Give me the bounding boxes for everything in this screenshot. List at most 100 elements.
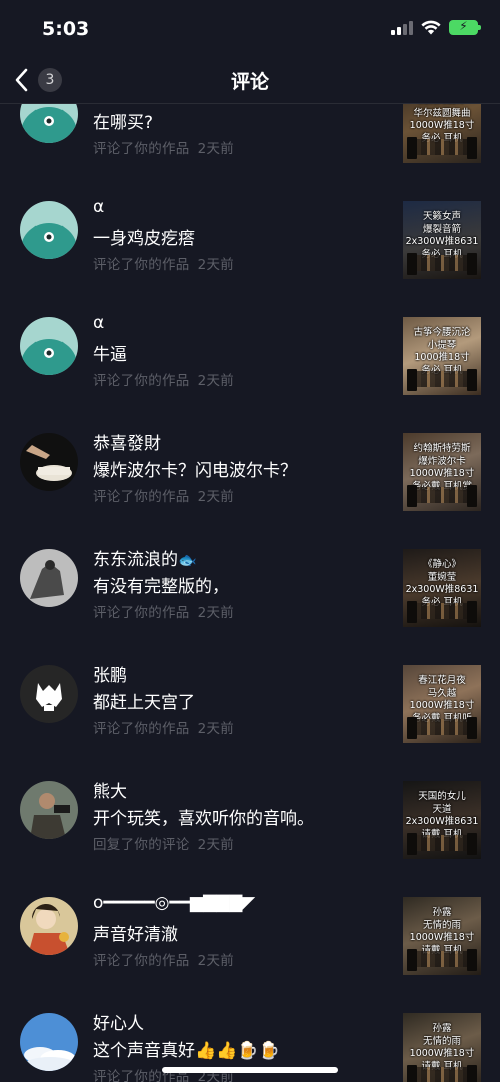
fish-emoji: 🐟 [178, 551, 197, 569]
action-text: 评论了你的作品 [93, 605, 190, 621]
action-text: 评论了你的作品 [93, 489, 190, 505]
thumb-line: 2x300W推8631 [405, 236, 479, 247]
thumb-line: 古筝今腰沉沦 [413, 327, 471, 338]
user-name[interactable]: 熊大 [93, 777, 127, 802]
comment-meta: 评论了你的作品 2天前 [93, 137, 234, 157]
thumb-line: 2x300W推8631 [405, 584, 479, 595]
avatar[interactable] [20, 665, 78, 723]
thumb-line: 华尔兹圆舞曲 [413, 107, 471, 119]
timestamp: 2天前 [197, 721, 235, 737]
user-name[interactable]: α [93, 197, 104, 217]
list-item[interactable]: α 一身鸡皮疙瘩 评论了你的作品 2天前 天籁女声 爆裂音箭 2x300W推8631 务… [0, 195, 500, 311]
avatar[interactable] [20, 781, 78, 839]
thumb-line: 1000W推18寸 [409, 468, 475, 479]
action-text: 评论了你的作品 [93, 141, 190, 157]
action-text: 评论了你的作品 [93, 257, 190, 273]
user-name[interactable]: 东东流浪的🐟 [93, 545, 197, 570]
video-thumbnail[interactable]: 孙露 无情的雨 1000W推18寸 请戴 耳机 [403, 897, 481, 975]
thumb-line: 孙露 [432, 907, 452, 918]
nav-bar: 3 评论 [0, 58, 500, 104]
avatar[interactable] [20, 201, 78, 259]
thumb-line: 董婉莹 [427, 571, 457, 583]
avatar[interactable] [20, 317, 78, 375]
timestamp: 2天前 [197, 605, 235, 621]
user-name[interactable]: o━━━━━◎━━▆▇▇▇◤ [93, 893, 255, 913]
comment-meta: 评论了你的作品 2天前 [93, 949, 234, 969]
thumb-line: 天籁女声 [422, 211, 461, 222]
comment-meta: 评论了你的作品 2天前 [93, 717, 234, 737]
battery-charging-icon: ⚡ [449, 19, 481, 35]
thumb-line: 1000W推18寸 [409, 700, 475, 711]
list-item[interactable]: 张鹏 都赶上天宫了 评论了你的作品 2天前 春江花月夜 马久越 1000W推18寸 务必… [0, 659, 500, 775]
comment-meta: 评论了你的作品 2天前 [93, 369, 234, 389]
list-item[interactable]: 熊大 开个玩笑，喜欢听你的音响。 回复了你的评论 2天前 天国的女儿 天道 2x300… [0, 775, 500, 891]
comment-text: 开个玩笑，喜欢听你的音响。 [93, 809, 314, 829]
comment-text: 一身鸡皮疙瘩 [93, 229, 195, 249]
user-name[interactable]: 恭喜發財 [93, 429, 161, 454]
comment-meta: 评论了你的作品 2天前 [93, 601, 234, 621]
video-thumbnail[interactable]: 天国的女儿 天道 2x300W推8631 请戴 耳机 [403, 781, 481, 859]
comment-meta: 评论了你的作品 2天前 [93, 253, 234, 273]
video-thumbnail[interactable]: 古筝今腰沉沦 小提琴 1000推18寸 务必 耳机 [403, 317, 481, 395]
timestamp: 2天前 [197, 837, 235, 853]
status-bar: 5:03 ⚡ [0, 0, 500, 58]
thumb-line: 2x300W推8631 [405, 816, 479, 827]
comment-text: 牛逼 [93, 345, 127, 365]
status-time: 5:03 [42, 18, 90, 40]
page-title: 评论 [230, 71, 269, 93]
thumb-line: 无情的雨 [422, 919, 461, 931]
list-item[interactable]: 恭喜發財 爆炸波尔卡？闪电波尔卡？ 评论了你的作品 2天前 约翰斯特劳斯 爆炸波尔卡… [0, 427, 500, 543]
thumb-line: 无情的雨 [422, 1035, 461, 1047]
thumb-line: 马久越 [427, 687, 457, 699]
thumb-line: 春江花月夜 [418, 675, 466, 686]
action-text: 回复了你的评论 [93, 837, 190, 853]
status-icons: ⚡ [391, 19, 481, 35]
thumb-line: 1000推18寸 [414, 352, 470, 363]
thumb-line: 1000W推18寸 [409, 1048, 475, 1059]
avatar[interactable] [20, 433, 78, 491]
comment-text: 声音好清澈 [93, 925, 178, 945]
list-item[interactable]: α 牛逼 评论了你的作品 2天前 古筝今腰沉沦 小提琴 1000推18寸 务必 耳机 [0, 311, 500, 427]
comment-text: 爆炸波尔卡？闪电波尔卡？ [93, 461, 297, 481]
avatar[interactable] [20, 1013, 78, 1071]
user-name-text[interactable]: 东东流浪的 [93, 550, 178, 570]
notification-list[interactable]: α 在哪买? 评论了你的作品2天前 流淌的旋律华尔兹圆舞曲1000W推18寸务必… [0, 81, 500, 1082]
list-item[interactable]: o━━━━━◎━━▆▇▇▇◤ 声音好清澈 评论了你的作品 2天前 孙露 无情的雨 10… [0, 891, 500, 1007]
comment-text: 有没有完整版的， [93, 577, 229, 597]
wifi-icon [421, 20, 441, 35]
thumb-line: 小提琴 [427, 339, 457, 351]
thumb-line: 约翰斯特劳斯 [413, 443, 471, 454]
thumb-line: 爆裂音箭 [422, 223, 461, 235]
avatar[interactable] [20, 897, 78, 955]
video-thumbnail[interactable]: 《静心》 董婉莹 2x300W推8631 务必 耳机 [403, 549, 481, 627]
comment-text: 在哪买? [93, 113, 154, 133]
thumb-line: 《静心》 [422, 559, 461, 570]
timestamp: 2天前 [197, 489, 235, 505]
thumb-line: 孙露 [432, 1023, 452, 1034]
video-thumbnail[interactable]: 孙露 无情的雨 1000W推18寸 请戴 耳机 [403, 1013, 481, 1082]
action-text: 评论了你的作品 [93, 953, 190, 969]
video-thumbnail[interactable]: 天籁女声 爆裂音箭 2x300W推8631 务必 耳机 [403, 201, 481, 279]
user-name[interactable]: 张鹏 [93, 661, 127, 686]
user-name[interactable]: α [93, 313, 104, 333]
action-text: 评论了你的作品 [93, 721, 190, 737]
user-name[interactable]: 好心人 [93, 1009, 144, 1034]
list-item[interactable]: 东东流浪的🐟 有没有完整版的， 评论了你的作品 2天前 《静心》 董婉莹 2x300W… [0, 543, 500, 659]
comment-text: 都赶上天宫了 [93, 693, 195, 713]
action-text: 评论了你的作品 [93, 373, 190, 389]
thumb-line: 爆炸波尔卡 [418, 455, 466, 467]
thumb-line: 天道 [432, 803, 452, 815]
avatar[interactable] [20, 549, 78, 607]
timestamp: 2天前 [197, 373, 235, 389]
comment-text: 这个声音真好👍👍🍺🍺 [93, 1041, 280, 1061]
timestamp: 2天前 [197, 141, 235, 157]
comment-meta: 回复了你的评论 2天前 [93, 833, 234, 853]
thumb-line: 1000W推18寸 [409, 932, 475, 943]
timestamp: 2天前 [197, 953, 235, 969]
video-thumbnail[interactable]: 约翰斯特劳斯 爆炸波尔卡 1000W推18寸 务必戴 耳机赏 [403, 433, 481, 511]
comment-meta: 评论了你的作品 2天前 [93, 485, 234, 505]
home-indicator[interactable] [162, 1067, 338, 1073]
video-thumbnail[interactable]: 春江花月夜 马久越 1000W推18寸 务必戴 耳机听 [403, 665, 481, 743]
thumb-line: 1000W推18寸 [409, 120, 475, 131]
timestamp: 2天前 [197, 257, 235, 273]
